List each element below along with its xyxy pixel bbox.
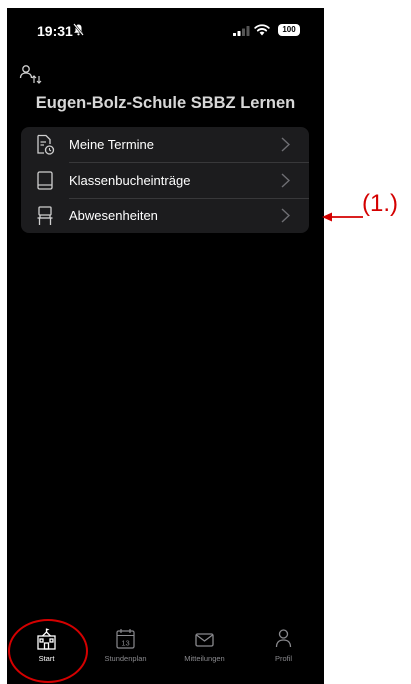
school-name: Eugen-Bolz-Schule SBBZ Lernen <box>35 94 296 112</box>
tab-stundenplan[interactable]: 13 Stundenplan <box>86 620 165 684</box>
person-switch-icon[interactable] <box>19 64 43 86</box>
tab-profil[interactable]: Profil <box>244 620 323 684</box>
menu-item-label: Meine Termine <box>69 137 155 152</box>
book-icon <box>37 171 53 190</box>
annotation-arrow <box>322 212 363 222</box>
menu-item-abwesenheiten[interactable]: Abwesenheiten <box>21 198 309 233</box>
person-icon <box>275 629 292 648</box>
calendar-day-number: 13 <box>121 639 129 648</box>
tab-label: Mitteilungen <box>184 654 225 663</box>
envelope-icon <box>195 633 214 647</box>
tab-label: Profil <box>274 654 293 663</box>
chevron-right-icon <box>281 137 290 152</box>
chevron-right-icon <box>281 208 290 223</box>
phone-screen: 19:31 100 Eugen-Bolz-Schule SBBZ Lernen <box>7 8 324 684</box>
chair-icon <box>37 206 53 225</box>
menu-card: Meine Termine Klassenbucheinträge Abwese… <box>21 127 309 233</box>
bell-slash-icon <box>73 23 84 36</box>
calendar-icon: 13 <box>116 629 135 649</box>
battery-level: 100 <box>282 25 296 34</box>
wifi-icon <box>254 24 270 36</box>
menu-item-klassenbucheintraege[interactable]: Klassenbucheinträge <box>21 163 309 198</box>
battery-icon: 100 <box>278 24 300 36</box>
status-bar: 19:31 100 <box>7 8 324 52</box>
status-time: 19:31 <box>37 23 73 39</box>
signal-icon <box>233 26 250 36</box>
menu-item-label: Klassenbucheinträge <box>69 173 191 188</box>
tab-label: Stundenplan <box>104 654 147 663</box>
annotation-label: (1.) <box>362 190 398 217</box>
document-calendar-icon <box>37 134 55 155</box>
menu-item-label: Abwesenheiten <box>69 208 158 223</box>
chevron-right-icon <box>281 173 290 188</box>
highlight-circle <box>8 619 88 683</box>
menu-item-meine-termine[interactable]: Meine Termine <box>21 127 309 162</box>
tab-mitteilungen[interactable]: Mitteilungen <box>165 620 244 684</box>
